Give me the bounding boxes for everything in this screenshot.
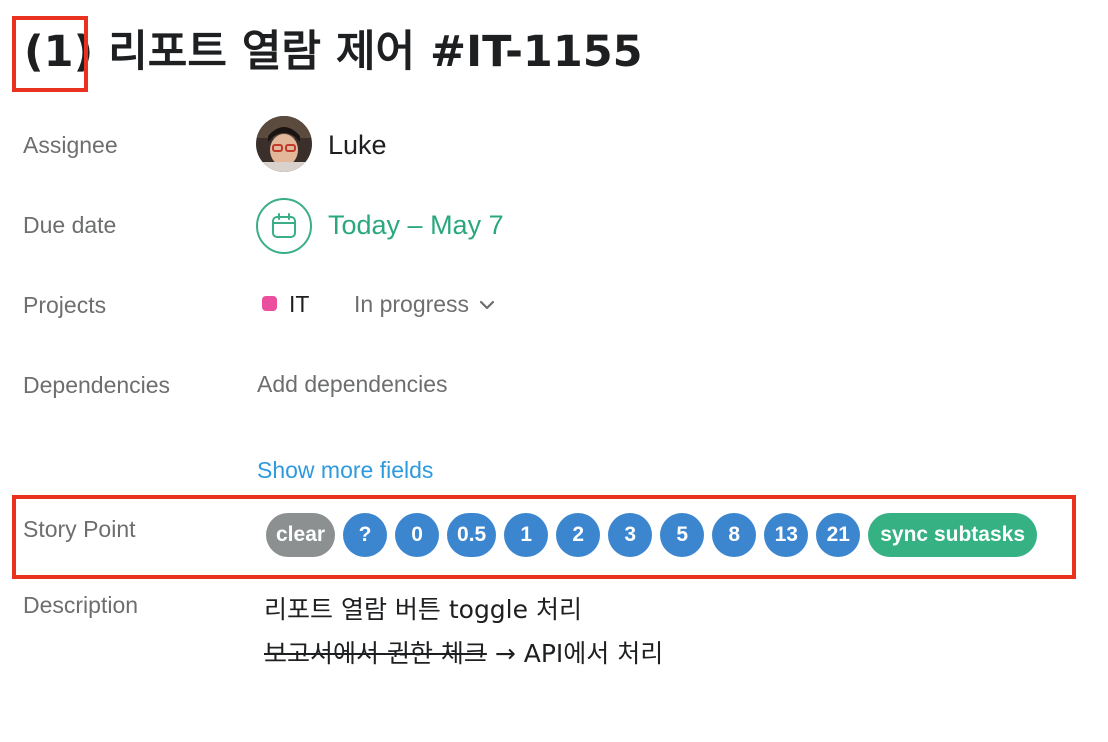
- task-title-text: 리포트 열람 제어 #IT-1155: [93, 27, 643, 77]
- story-point-option-8[interactable]: 8: [712, 513, 757, 557]
- description-line-2[interactable]: 보고서에서 권한 체크 → API에서 처리: [264, 634, 663, 670]
- description-line-1[interactable]: 리포트 열람 버튼 toggle 처리: [264, 590, 582, 626]
- story-point-option-1[interactable]: 1: [504, 513, 549, 557]
- story-point-option-5[interactable]: 5: [660, 513, 705, 557]
- dependencies-label: Dependencies: [23, 372, 171, 398]
- description-line-2-rest: → API에서 처리: [486, 639, 664, 668]
- story-point-option-0-5[interactable]: 0.5: [447, 513, 497, 557]
- sync-subtasks-button[interactable]: sync subtasks: [868, 513, 1037, 557]
- story-point-clear-button[interactable]: clear: [266, 513, 336, 557]
- avatar[interactable]: [256, 116, 312, 172]
- story-point-buttons: clear ? 0 0.5 1 2 3 5 8 13 21 sync subta…: [266, 513, 1037, 557]
- story-point-option-21[interactable]: 21: [816, 513, 861, 557]
- assignee-name[interactable]: Luke: [328, 130, 387, 161]
- task-title[interactable]: (1) 리포트 열람 제어 #IT-1155: [24, 22, 643, 82]
- show-more-fields-link[interactable]: Show more fields: [257, 457, 433, 484]
- description-struck-text: 보고서에서 권한 체크: [264, 639, 487, 668]
- description-label: Description: [23, 592, 139, 618]
- story-point-option-3[interactable]: 3: [608, 513, 653, 557]
- due-date-value[interactable]: Today – May 7: [328, 210, 504, 241]
- project-color-dot: [262, 296, 277, 311]
- add-dependencies-button[interactable]: Add dependencies: [257, 371, 448, 398]
- story-point-label: Story Point: [23, 516, 136, 542]
- story-point-option-2[interactable]: 2: [556, 513, 601, 557]
- projects-label: Projects: [23, 292, 107, 318]
- due-date-label: Due date: [23, 212, 117, 238]
- story-point-option-13[interactable]: 13: [764, 513, 809, 557]
- project-name[interactable]: IT: [289, 291, 309, 318]
- assignee-label: Assignee: [23, 132, 118, 158]
- project-status-dropdown[interactable]: In progress: [354, 291, 495, 318]
- story-point-option-unknown[interactable]: ?: [343, 513, 388, 557]
- annotation-highlight-title: [12, 16, 88, 92]
- project-status-label: In progress: [354, 291, 470, 317]
- story-point-option-0[interactable]: 0: [395, 513, 440, 557]
- calendar-icon[interactable]: [256, 198, 312, 254]
- chevron-down-icon: [479, 299, 495, 311]
